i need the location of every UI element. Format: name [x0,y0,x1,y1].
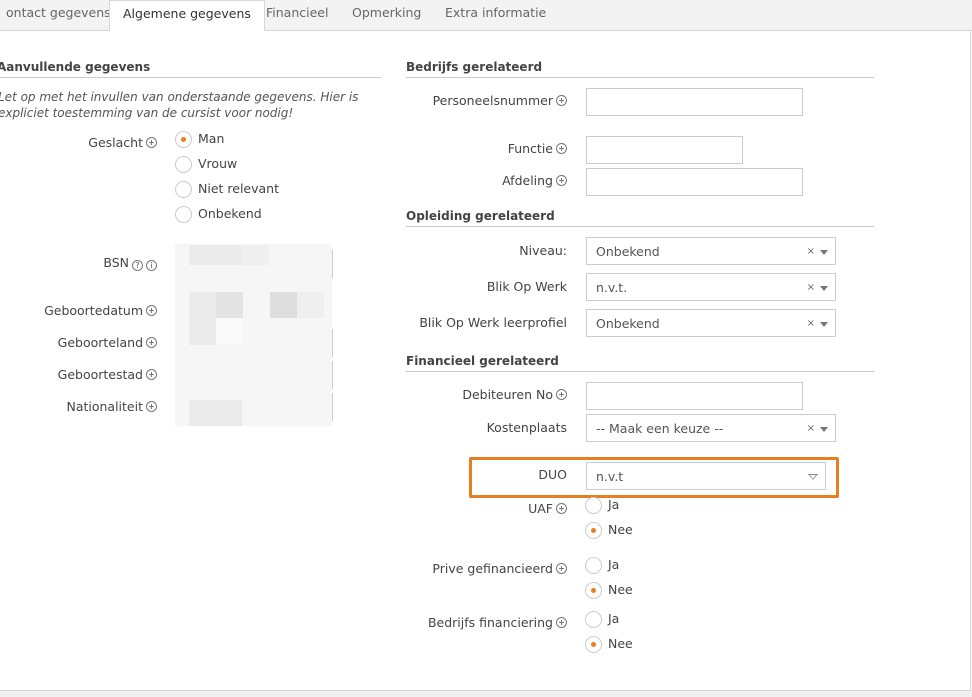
info-icon[interactable]: i [146,260,157,271]
debtor-input[interactable] [586,382,803,410]
radio-icon[interactable] [585,557,602,574]
tab-bar: ontact gegevens Algemene gegevens Financ… [0,0,972,32]
radio-selected-icon[interactable] [585,636,602,653]
department-label: Afdeling [400,173,567,188]
redacted-block [242,245,269,265]
birthcity-label: Geboortestad [20,367,157,382]
birthdate-label: Geboortedatum [20,303,157,318]
company-financing-label: Bedrijfs financiering [400,615,567,630]
function-label: Functie [400,141,567,156]
bow-profile-label: Blik Op Werk leerprofiel [419,315,567,330]
add-icon[interactable] [556,389,567,400]
redacted-block [189,292,216,318]
add-icon[interactable] [556,563,567,574]
add-icon[interactable] [146,337,157,348]
chevron-down-icon[interactable] [820,286,828,291]
duo-select[interactable]: n.v.t [586,462,826,490]
help-icon[interactable]: ? [132,260,143,271]
function-input[interactable] [586,136,743,164]
birthcountry-label: Geboorteland [20,335,157,350]
bow-label: Blik Op Werk [486,279,567,294]
chevron-down-icon[interactable] [820,322,828,327]
gender-option-man[interactable]: Man [175,131,224,148]
employee-number-label: Personeelsnummer [400,93,567,108]
radio-icon[interactable] [585,497,602,514]
nationality-label: Nationaliteit [20,399,157,414]
add-icon[interactable] [556,175,567,186]
redacted-block [189,245,242,265]
add-icon[interactable] [556,617,567,628]
radio-selected-icon[interactable] [585,582,602,599]
field-border [332,393,333,421]
add-icon[interactable] [146,305,157,316]
chevron-down-icon[interactable] [820,427,828,432]
radio-icon[interactable] [175,181,192,198]
radio-icon[interactable] [175,156,192,173]
private-financing-label: Prive gefinancieerd [400,561,567,576]
costcenter-select[interactable]: -- Maak een keuze -- × [586,414,836,442]
bow-profile-select[interactable]: Onbekend × [586,309,836,337]
debtor-label: Debiteuren No [400,387,567,402]
clear-icon[interactable]: × [807,274,815,302]
chevron-down-icon[interactable] [808,474,818,480]
uaf-label: UAF [400,501,567,516]
add-icon[interactable] [556,503,567,514]
redacted-block [189,318,216,345]
gender-option-niet-relevant[interactable]: Niet relevant [175,181,279,198]
section-financieel-gerelateerd: Financieel gerelateerd [406,354,874,372]
tab-algemene-gegevens[interactable]: Algemene gegevens [109,0,265,32]
radio-selected-icon[interactable] [585,522,602,539]
company-fin-option-ja[interactable]: Ja [585,611,619,628]
section-opleiding-gerelateerd: Opleiding gerelateerd [406,209,874,227]
redacted-block [270,292,297,318]
costcenter-label: Kostenplaats [486,420,567,435]
redacted-block [189,400,242,426]
tab-contact-gegevens[interactable]: ontact gegevens [0,0,121,31]
bow-select[interactable]: n.v.t. × [586,273,836,301]
section-bedrijfs-gerelateerd: Bedrijfs gerelateerd [406,60,874,78]
company-fin-option-nee[interactable]: Nee [585,636,633,653]
add-icon[interactable] [146,369,157,380]
clear-icon[interactable]: × [807,310,815,338]
redacted-block [216,318,243,345]
uaf-option-nee[interactable]: Nee [585,522,633,539]
add-icon[interactable] [556,95,567,106]
add-icon[interactable] [146,137,157,148]
field-border [332,329,333,357]
redacted-block [216,292,243,318]
clear-icon[interactable]: × [807,415,815,443]
employee-number-input[interactable] [586,88,803,116]
add-icon[interactable] [146,401,157,412]
gender-option-vrouw[interactable]: Vrouw [175,156,237,173]
field-border [332,250,333,278]
tab-financieel[interactable]: Financieel [256,0,338,31]
field-border [332,361,333,389]
uaf-option-ja[interactable]: Ja [585,497,619,514]
redacted-block [297,292,324,318]
bsn-label: BSN? i [60,255,157,271]
gender-label: Geslacht [60,135,157,150]
section-aanvullende-gegevens: Aanvullende gegevens [0,60,381,78]
private-option-ja[interactable]: Ja [585,557,619,574]
level-label: Niveau: [519,243,567,258]
chevron-down-icon[interactable] [820,250,828,255]
privacy-note: Let op met het invullen van onderstaande… [0,90,359,120]
level-select[interactable]: Onbekend × [586,237,836,265]
radio-selected-icon[interactable] [175,131,192,148]
gender-option-onbekend[interactable]: Onbekend [175,206,262,223]
tab-opmerking[interactable]: Opmerking [342,0,431,31]
radio-icon[interactable] [175,206,192,223]
department-input[interactable] [586,168,803,196]
radio-icon[interactable] [585,611,602,628]
private-option-nee[interactable]: Nee [585,582,633,599]
duo-label: DUO [538,467,567,482]
clear-icon[interactable]: × [807,238,815,266]
bottom-strip [0,691,972,697]
tab-extra-informatie[interactable]: Extra informatie [435,0,556,31]
add-icon[interactable] [556,143,567,154]
